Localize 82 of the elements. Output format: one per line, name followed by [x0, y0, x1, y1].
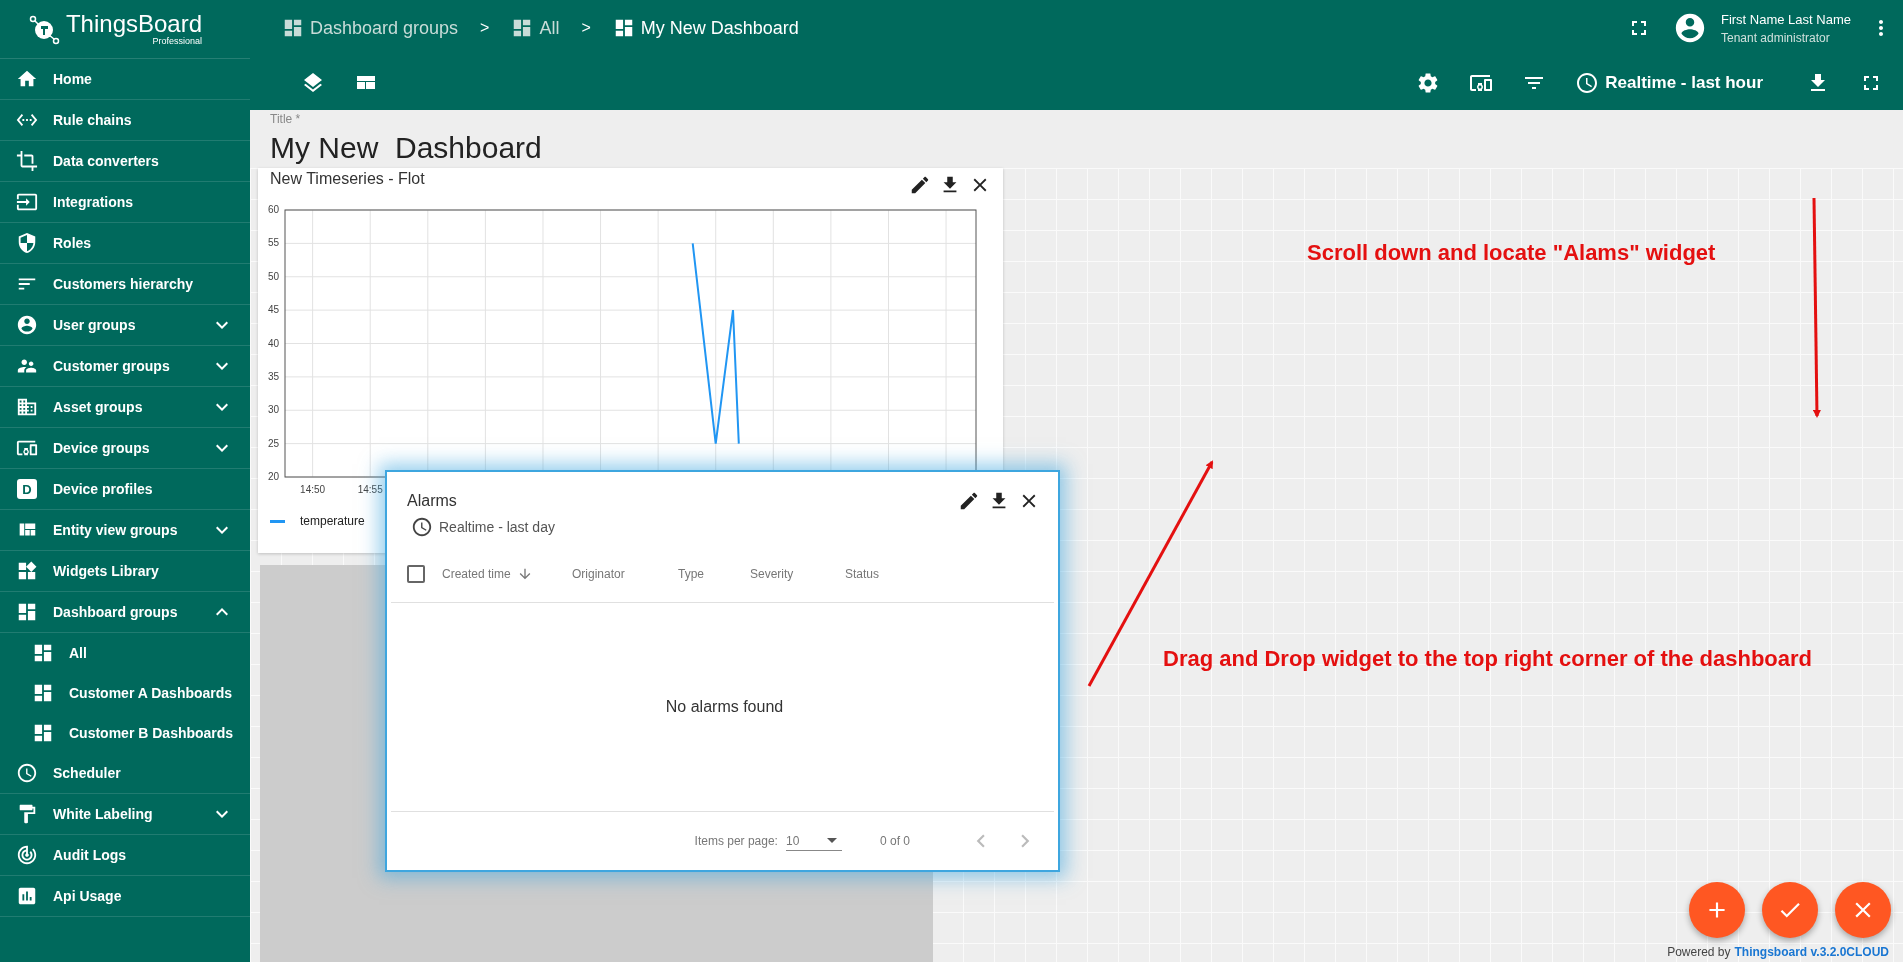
cancel-button[interactable]: [1835, 882, 1891, 938]
logo-name: ThingsBoard: [65, 12, 203, 36]
title-label: Title *: [270, 112, 302, 126]
breadcrumb-link[interactable]: My New Dashboard: [612, 17, 799, 39]
y-tick-label: 25: [267, 437, 279, 449]
dashboard-icon: [282, 17, 304, 39]
sidebar-item[interactable]: Integrations: [0, 182, 250, 223]
column-header[interactable]: Created time: [442, 566, 572, 582]
y-tick-label: 60: [267, 204, 279, 215]
column-header[interactable]: Originator: [572, 567, 678, 581]
dashboard-icon: [16, 601, 38, 623]
widget-title: Alarms: [407, 492, 457, 510]
title-field[interactable]: My New Dashboard: [270, 131, 1883, 165]
y-tick-label: 35: [267, 370, 279, 382]
page-size-select[interactable]: 10: [785, 831, 842, 851]
user-name: First Name Last Name: [1720, 11, 1851, 27]
clock-icon: [1575, 71, 1600, 95]
login-icon: [16, 191, 38, 213]
column-header[interactable]: Status: [845, 567, 905, 581]
breadcrumb-separator: >: [480, 19, 490, 37]
bar-chart-icon: [16, 885, 38, 907]
y-tick-label: 20: [267, 471, 279, 482]
timewindow-button[interactable]: Realtime - last hour: [1575, 71, 1763, 95]
edit-icon[interactable]: [909, 174, 931, 196]
sidebar-item[interactable]: User groups: [0, 305, 250, 346]
y-tick-label: 30: [267, 404, 279, 416]
sidebar-subitem[interactable]: Customer B Dashboards: [0, 713, 250, 753]
sidebar-item[interactable]: Home: [0, 59, 250, 100]
device-profile-icon: D: [17, 479, 37, 499]
user-role: Tenant administrator: [1720, 30, 1831, 45]
sidebar-subitem[interactable]: Customer A Dashboards: [0, 673, 250, 713]
sidebar-item[interactable]: Entity view groups: [0, 510, 250, 551]
breadcrumb-separator: >: [581, 19, 591, 37]
sidebar-item[interactable]: Dashboard groups: [0, 592, 250, 633]
target-icon: [16, 844, 38, 866]
logo-icon: [27, 13, 60, 45]
y-tick-label: 55: [267, 237, 279, 249]
dropdown-icon: [826, 838, 837, 843]
sidebar-item[interactable]: Api Usage: [0, 876, 250, 917]
annotation-text: Scroll down and locate "Alams" widget: [1307, 240, 1716, 266]
powered-by-text: Powered by: [1667, 945, 1731, 959]
page-range: 0 of 0: [879, 834, 910, 848]
sidebar-item[interactable]: Roles: [0, 223, 250, 264]
clock-icon: [411, 516, 433, 538]
edit-icon[interactable]: [958, 490, 980, 512]
y-tick-label: 45: [267, 304, 279, 316]
sidebar-item[interactable]: White Labeling: [0, 794, 250, 835]
dashboard-icon: [32, 682, 54, 704]
y-tick-label: 50: [267, 270, 279, 282]
breadcrumb-link[interactable]: Dashboard groups: [282, 17, 459, 39]
apply-button[interactable]: [1762, 882, 1818, 938]
x-tick-label: 14:50: [300, 484, 326, 495]
building-icon: [16, 396, 38, 418]
add-button[interactable]: [1689, 882, 1745, 938]
empty-message: No alarms found: [664, 698, 784, 716]
annotation-text: Drag and Drop widget to the top right corner of the dashboard: [1163, 646, 1812, 672]
clock-icon: [16, 762, 38, 784]
person-icon: [16, 314, 38, 336]
x-tick-label: 14:55: [357, 484, 383, 495]
logo-edition: Professional: [152, 37, 203, 46]
dashboard-icon: [32, 642, 54, 664]
dashboard-icon: [32, 722, 54, 744]
y-tick-label: 40: [267, 337, 279, 349]
legend-label: temperature: [300, 514, 365, 528]
widget-title: New Timeseries - Flot: [270, 170, 425, 188]
version-link[interactable]: Thingsboard v.3.2.0CLOUD: [1734, 945, 1889, 959]
timewindow-label: Realtime - last day: [439, 519, 555, 535]
sidebar-item[interactable]: Audit Logs: [0, 835, 250, 876]
sidebar-item[interactable]: D Device profiles: [0, 469, 250, 510]
items-per-page-label: Items per page:: [694, 834, 778, 848]
breadcrumb-link[interactable]: All: [511, 17, 560, 39]
sidebar-item[interactable]: Asset groups: [0, 387, 250, 428]
sidebar-item[interactable]: Customer groups: [0, 346, 250, 387]
column-header[interactable]: Type: [678, 567, 750, 581]
shield-icon: [16, 232, 38, 254]
widgets-icon: [16, 560, 38, 582]
column-header[interactable]: Severity: [750, 567, 845, 581]
sidebar-item[interactable]: Device groups: [0, 428, 250, 469]
sidebar-item[interactable]: Widgets Library: [0, 551, 250, 592]
select-all-checkbox[interactable]: [407, 565, 425, 583]
sidebar-subitem[interactable]: All: [0, 633, 250, 673]
crop-icon: [16, 150, 38, 172]
